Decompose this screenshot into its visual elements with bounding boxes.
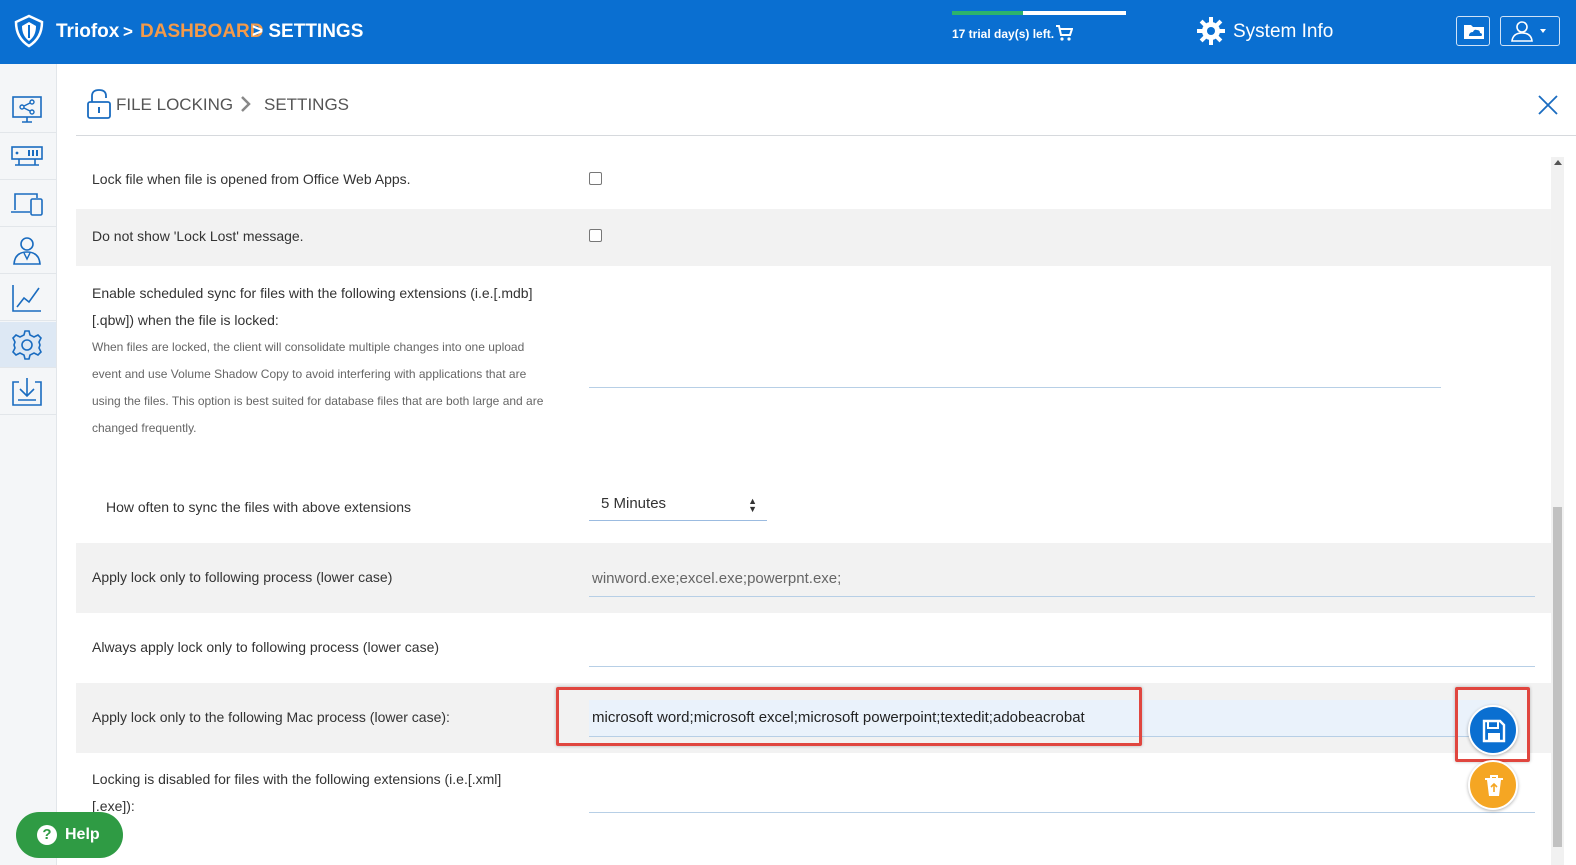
setting-label: Apply lock only to the following Mac pro…	[92, 709, 450, 725]
triofox-logo-icon[interactable]	[12, 14, 46, 48]
setting-row-always-process: Always apply lock only to following proc…	[76, 613, 1551, 683]
sidebar-item-share[interactable]	[0, 87, 56, 133]
trial-days-text[interactable]: 17 trial day(s) left.	[952, 27, 1054, 41]
server-icon	[11, 146, 43, 166]
breadcrumb-separator: >	[123, 22, 133, 41]
select-arrows-icon: ▲ ▼	[748, 496, 757, 514]
save-icon	[1482, 719, 1506, 743]
disabled-ext-label-line-2: [.exe]):	[92, 798, 135, 814]
chart-icon	[12, 285, 41, 312]
disabled-ext-label-line-1: Locking is disabled for files with the f…	[92, 771, 502, 787]
help-label: Help	[65, 826, 100, 843]
user-menu-button[interactable]	[1500, 16, 1560, 46]
lock-icon	[87, 89, 111, 119]
breadcrumb-settings: > SETTINGS	[252, 21, 364, 42]
scrollbar-thumb[interactable]	[1553, 507, 1562, 847]
sync-frequency-label: How often to sync the files with above e…	[106, 499, 412, 515]
top-bar: Triofox > DASHBOARD > SETTINGS 17 trial …	[0, 0, 1576, 64]
sidebar-item-reports[interactable]	[0, 275, 56, 321]
sync-label-block: Enable scheduled sync for files with the…	[92, 280, 543, 442]
sidebar-item-devices[interactable]	[0, 181, 56, 227]
setting-row-lock-lost: Do not show 'Lock Lost' message.	[76, 209, 1551, 266]
setting-row-disabled-extensions: Locking is disabled for files with the f…	[76, 753, 1551, 865]
setting-label: Apply lock only to following process (lo…	[92, 569, 393, 585]
setting-row-office-web-apps: Lock file when file is opened from Offic…	[76, 152, 1551, 209]
recycle-button[interactable]	[1468, 760, 1518, 810]
setting-row-process: Apply lock only to following process (lo…	[76, 543, 1551, 613]
cart-icon[interactable]	[1055, 24, 1073, 42]
page-title: FILE LOCKING	[116, 95, 234, 114]
process-input[interactable]: winword.exe;excel.exe;powerpnt.exe;	[589, 567, 1535, 597]
sync-frequency-value: 5 Minutes	[601, 495, 667, 512]
trial-progress-fill	[952, 11, 1024, 15]
disabled-extensions-input[interactable]	[589, 783, 1535, 813]
recycle-bin-icon	[1485, 775, 1503, 796]
sync-help-line-4: changed frequently.	[92, 421, 197, 435]
sidebar	[0, 64, 57, 865]
help-button[interactable]: ? Help	[16, 812, 123, 858]
setting-label: Do not show 'Lock Lost' message.	[92, 228, 304, 244]
page-subtitle: SETTINGS	[264, 95, 350, 114]
system-info-link[interactable]: System Info	[1233, 21, 1333, 43]
office-web-apps-checkbox[interactable]	[589, 172, 602, 185]
share-icon	[12, 96, 42, 123]
cloud-folder-icon	[1464, 25, 1484, 39]
disabled-ext-label-block: Locking is disabled for files with the f…	[92, 766, 501, 820]
setting-label: Always apply lock only to following proc…	[92, 639, 440, 655]
download-icon	[12, 378, 42, 406]
sidebar-item-download[interactable]	[0, 369, 56, 415]
lock-lost-checkbox[interactable]	[589, 229, 602, 242]
save-button[interactable]	[1468, 705, 1518, 755]
sync-help-line-1: When files are locked, the client will c…	[92, 340, 525, 354]
setting-label: Lock file when file is opened from Offic…	[92, 171, 411, 187]
scroll-up-arrow-icon[interactable]	[1554, 160, 1562, 165]
sync-label-line-2: [.qbw]) when the file is locked:	[92, 312, 279, 328]
user-icon	[1511, 21, 1546, 42]
page-header: FILE LOCKING SETTINGS	[76, 64, 1576, 136]
sync-label-line-1: Enable scheduled sync for files with the…	[92, 285, 533, 301]
chevron-right-icon	[241, 96, 251, 112]
close-icon[interactable]	[1537, 94, 1559, 116]
sync-extensions-input[interactable]	[589, 364, 1441, 388]
sync-help-line-3: using the files. This option is best sui…	[92, 394, 544, 408]
trial-progress-bar	[952, 11, 1126, 15]
sidebar-item-servers[interactable]	[0, 134, 56, 180]
devices-icon	[11, 193, 43, 216]
sidebar-item-settings[interactable]	[0, 322, 56, 368]
vertical-scrollbar[interactable]	[1551, 157, 1564, 865]
gear-icon[interactable]	[1196, 16, 1226, 46]
folder-button[interactable]	[1456, 16, 1490, 46]
users-icon	[13, 237, 41, 265]
sidebar-item-users[interactable]	[0, 228, 56, 274]
highlight-mac-process	[556, 687, 1142, 746]
setting-row-scheduled-sync: Enable scheduled sync for files with the…	[76, 266, 1551, 543]
sync-frequency-select[interactable]: 5 Minutes ▲ ▼	[589, 491, 767, 521]
settings-icon	[12, 330, 42, 360]
question-icon: ?	[37, 825, 57, 845]
always-process-input[interactable]	[589, 637, 1535, 667]
breadcrumb-dashboard[interactable]: DASHBOARD	[140, 21, 264, 43]
brand-name[interactable]: Triofox	[56, 21, 119, 43]
sync-help-line-2: event and use Volume Shadow Copy to avoi…	[92, 367, 527, 381]
